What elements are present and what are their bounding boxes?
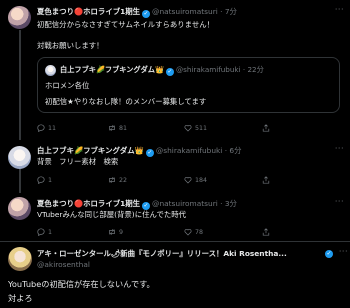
verified-icon: ✓: [325, 250, 333, 258]
retweet-icon: [109, 124, 115, 132]
display-name[interactable]: 夏色まつり🔴ホロライブ1期生: [37, 199, 140, 208]
reply-icon: [37, 124, 45, 132]
tweet-4-focused[interactable]: アキ・ローゼンタール🌶新曲『モノポリー』リリース！Aki Rosentha...…: [0, 242, 350, 308]
reply-button[interactable]: 1: [37, 176, 52, 184]
heart-icon: [184, 125, 192, 132]
tweet-actions: 11 81 511: [37, 124, 337, 134]
tweet-text-line-2: 対よろ: [8, 293, 33, 303]
like-button[interactable]: 184: [184, 176, 207, 184]
like-count: 184: [195, 176, 208, 184]
tweet-header: 夏色まつり🔴ホロライブ1期生 ✓ @natsuiromatsuri · 3分: [37, 198, 346, 210]
like-count: 511: [195, 124, 208, 132]
tweet-header: 夏色まつり🔴ホロライブ1期生 ✓ @natsuiromatsuri · 7分: [37, 6, 346, 18]
handle[interactable]: @akirosenthal: [37, 260, 90, 269]
heart-icon: [184, 229, 192, 236]
quote-display-name: 白上フブキ🌽フブキングダム👑: [60, 65, 164, 74]
verified-icon: ✓: [165, 68, 174, 76]
retweet-icon: [109, 228, 115, 236]
tweet-text-line-1: 初配信分からなさすぎてサムネイルすらありません！: [37, 20, 215, 29]
retweet-button[interactable]: 81: [108, 124, 127, 132]
share-button[interactable]: [262, 124, 270, 132]
heart-icon: [184, 177, 192, 184]
avatar-natsuiro-matsuri[interactable]: [8, 6, 31, 29]
tweet-3[interactable]: 夏色まつり🔴ホロライブ1期生 ✓ @natsuiromatsuri · 3分 ···…: [0, 193, 350, 241]
display-name[interactable]: 白上フブキ🌽フブキングダム👑: [37, 146, 144, 155]
verified-icon: ✓: [142, 10, 151, 18]
tweet-header: 白上フブキ🌽フブキングダム👑 ✓ @shirakamifubuki · 6分: [37, 145, 346, 157]
display-name[interactable]: 夏色まつり🔴ホロライブ1期生: [37, 7, 140, 16]
handle[interactable]: @shirakamifubuki: [156, 146, 222, 155]
reply-count: 1: [48, 228, 53, 236]
timestamp[interactable]: · 3分: [220, 199, 237, 208]
quote-line-2: 初配信★やりなおし隊！のメンバー募集してます: [45, 97, 207, 106]
share-icon: [262, 124, 270, 132]
verified-icon: ✓: [145, 149, 154, 157]
retweet-button[interactable]: 22: [108, 176, 127, 184]
handle[interactable]: @natsuiromatsuri: [152, 199, 218, 208]
retweet-count: 81: [119, 124, 128, 132]
share-button[interactable]: [262, 228, 270, 236]
retweet-icon: [109, 176, 115, 184]
quote-timestamp: · 22分: [242, 65, 264, 74]
display-name[interactable]: アキ・ローゼンタール🌶新曲『モノポリー』リリース！Aki Rosentha...: [37, 249, 287, 258]
like-button[interactable]: 511: [184, 124, 207, 132]
tweet-text: 背景 フリー素材 検索: [37, 157, 119, 166]
tweet-header: アキ・ローゼンタール🌶新曲『モノポリー』リリース！Aki Rosentha...: [37, 248, 330, 260]
tweet-actions: 1 9 78: [37, 228, 337, 238]
reply-icon: [37, 228, 45, 236]
handle[interactable]: @natsuiromatsuri: [152, 7, 218, 16]
retweet-button[interactable]: 9: [108, 228, 123, 236]
more-options-icon[interactable]: ···: [339, 247, 348, 256]
more-options-icon[interactable]: ···: [335, 5, 344, 14]
quoted-tweet[interactable]: 白上フブキ🌽フブキングダム👑 ✓ @shirakamifubuki · 22分 ホロ…: [37, 57, 340, 113]
quote-handle: @shirakamifubuki: [175, 65, 241, 74]
like-count: 78: [195, 228, 204, 236]
avatar-natsuiro-matsuri[interactable]: [8, 197, 31, 220]
tweet-text: VTuberみんな同じ部屋(背景)に住んでた時代: [37, 210, 187, 219]
verified-icon: ✓: [142, 202, 151, 210]
tweet-text-line-2: 対戦お願いします！: [37, 41, 104, 50]
quote-line-1: ホロメン各位: [45, 81, 90, 90]
more-options-icon[interactable]: ···: [335, 197, 344, 206]
retweet-count: 9: [119, 228, 124, 236]
timestamp[interactable]: · 7分: [220, 7, 237, 16]
avatar-aki-rosenthal[interactable]: [8, 247, 32, 271]
more-options-icon[interactable]: ···: [335, 144, 344, 153]
reply-count: 1: [48, 176, 53, 184]
avatar-shirakami-fubuki[interactable]: [8, 146, 31, 169]
handle-row: @akirosenthal: [37, 260, 346, 272]
reply-icon: [37, 176, 45, 184]
reply-button[interactable]: 1: [37, 228, 52, 236]
share-icon: [262, 228, 270, 236]
tweet-text-line-1: YouTubeの初配信が存在しないんです。: [8, 279, 155, 289]
tweet-1[interactable]: 夏色まつり🔴ホロライブ1期生 ✓ @natsuiromatsuri · 7分 ···…: [0, 0, 350, 140]
retweet-count: 22: [119, 176, 128, 184]
reply-count: 11: [48, 124, 57, 132]
quote-header: 白上フブキ🌽フブキングダム👑 ✓ @shirakamifubuki · 22分: [60, 65, 264, 76]
share-icon: [262, 176, 270, 184]
quote-avatar: [45, 65, 56, 76]
tweet-2[interactable]: 白上フブキ🌽フブキングダム👑 ✓ @shirakamifubuki · 6分 ···…: [0, 140, 350, 190]
tweet-actions: 1 22 184: [37, 176, 337, 186]
timestamp[interactable]: · 6分: [225, 146, 242, 155]
share-button[interactable]: [262, 176, 270, 184]
like-button[interactable]: 78: [184, 228, 203, 236]
reply-button[interactable]: 11: [37, 124, 56, 132]
